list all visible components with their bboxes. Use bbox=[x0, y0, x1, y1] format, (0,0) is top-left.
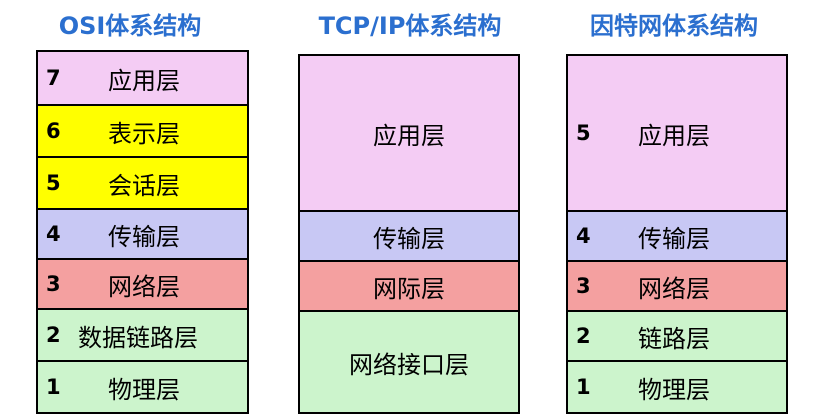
internet-layer-network: 3 网络层 bbox=[568, 262, 786, 312]
tcpip-layer-network-interface: 网络接口层 bbox=[300, 312, 518, 412]
layer-name: 网络层 bbox=[108, 272, 180, 301]
layer-name: 应用层 bbox=[108, 66, 180, 95]
layer-number: 2 bbox=[576, 324, 591, 348]
tcpip-layer-transport: 传输层 bbox=[300, 212, 518, 262]
osi-layer-physical: 1 物理层 bbox=[38, 362, 247, 412]
layer-number: 2 bbox=[46, 323, 61, 347]
layer-number: 5 bbox=[46, 171, 61, 195]
osi-stack: 7 应用层 6 表示层 5 会话层 4 传输层 3 网络层 2 数据链路层 1 … bbox=[36, 50, 249, 414]
layer-name: 物理层 bbox=[108, 375, 180, 404]
layer-number: 7 bbox=[46, 66, 61, 90]
layer-name: 网际层 bbox=[373, 274, 445, 303]
internet-title: 因特网体系结构 bbox=[590, 12, 758, 40]
internet-layer-transport: 4 传输层 bbox=[568, 212, 786, 262]
layer-number: 3 bbox=[576, 274, 591, 298]
layer-name: 数据链路层 bbox=[78, 323, 198, 352]
layer-name: 应用层 bbox=[373, 121, 445, 150]
layer-number: 6 bbox=[46, 119, 61, 143]
osi-title: OSI体系结构 bbox=[58, 12, 202, 40]
internet-layer-physical: 1 物理层 bbox=[568, 362, 786, 412]
layer-name: 链路层 bbox=[638, 324, 710, 353]
internet-stack: 5 应用层 4 传输层 3 网络层 2 链路层 1 物理层 bbox=[566, 54, 788, 414]
layer-number: 4 bbox=[576, 224, 591, 248]
layer-name: 传输层 bbox=[108, 222, 180, 251]
tcpip-stack: 应用层 传输层 网际层 网络接口层 bbox=[298, 54, 520, 414]
tcpip-title: TCP/IP体系结构 bbox=[318, 12, 502, 40]
tcpip-layer-application: 应用层 bbox=[300, 56, 518, 212]
osi-layer-presentation: 6 表示层 bbox=[38, 106, 247, 158]
layer-number: 5 bbox=[576, 121, 591, 145]
layer-name: 应用层 bbox=[638, 121, 710, 150]
layer-name: 传输层 bbox=[638, 224, 710, 253]
layer-name: 传输层 bbox=[373, 224, 445, 253]
osi-layer-datalink: 2 数据链路层 bbox=[38, 310, 247, 362]
osi-layer-network: 3 网络层 bbox=[38, 260, 247, 310]
layer-name: 网络接口层 bbox=[349, 350, 469, 379]
internet-layer-link: 2 链路层 bbox=[568, 312, 786, 362]
layer-number: 4 bbox=[46, 222, 61, 246]
osi-layer-application: 7 应用层 bbox=[38, 52, 247, 106]
tcpip-layer-internet: 网际层 bbox=[300, 262, 518, 312]
layer-number: 1 bbox=[46, 375, 61, 399]
layer-name: 会话层 bbox=[108, 171, 180, 200]
osi-layer-session: 5 会话层 bbox=[38, 158, 247, 210]
layer-name: 网络层 bbox=[638, 274, 710, 303]
internet-layer-application: 5 应用层 bbox=[568, 56, 786, 212]
layer-number: 3 bbox=[46, 272, 61, 296]
layer-name: 物理层 bbox=[638, 375, 710, 404]
layer-number: 1 bbox=[576, 375, 591, 399]
osi-layer-transport: 4 传输层 bbox=[38, 210, 247, 260]
layer-name: 表示层 bbox=[108, 119, 180, 148]
